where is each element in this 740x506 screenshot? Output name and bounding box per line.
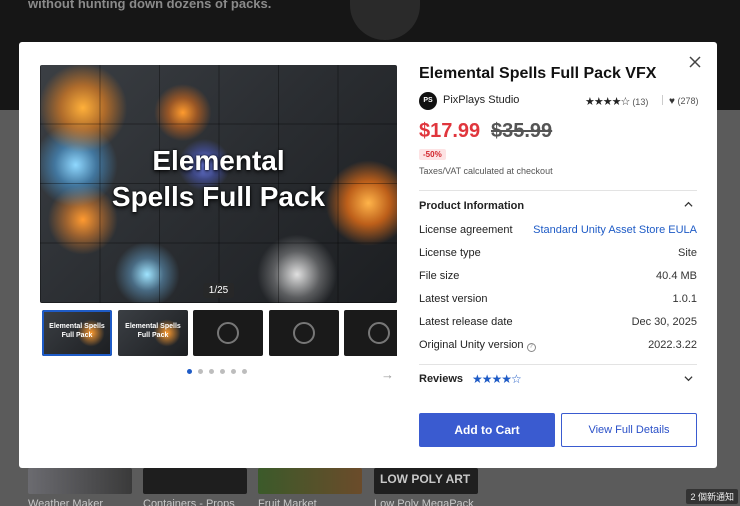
chevron-up-icon[interactable] xyxy=(684,200,693,209)
background-thumb-logo: LOW POLY ART xyxy=(374,468,478,494)
price-row: $17.99 $35.99 xyxy=(419,120,697,144)
view-full-details-button[interactable]: View Full Details xyxy=(561,413,697,447)
rating[interactable]: ★★★★☆ (13) xyxy=(585,95,648,108)
play-icon xyxy=(293,322,315,344)
info-key: Latest release date xyxy=(419,316,513,328)
info-key: Original Unity version? xyxy=(419,339,536,352)
background-thumb xyxy=(28,468,132,494)
pagination-dot[interactable] xyxy=(187,369,192,374)
sale-price: $17.99 xyxy=(419,120,481,142)
info-value: 2022.3.22 xyxy=(648,339,697,351)
background-thumb-label: Containers - Props xyxy=(143,498,235,506)
product-panel: Elemental Spells Full Pack VFX PS PixPla… xyxy=(419,64,698,393)
thumb-title: Elemental Spells Full Pack xyxy=(125,323,181,339)
background-thumbnails: LOW POLY ART xyxy=(28,468,728,494)
gallery-thumbnails: Elemental Spells Full Pack Elemental Spe… xyxy=(40,310,397,358)
discount-badge: -50% xyxy=(419,149,446,160)
product-title: Elemental Spells Full Pack VFX xyxy=(419,65,657,82)
gallery-thumb[interactable]: Elemental Spells Full Pack xyxy=(42,310,112,356)
background-thumb xyxy=(143,468,247,494)
publisher-logo[interactable]: PS xyxy=(419,92,437,110)
info-row-latest-version: Latest version 1.0.1 xyxy=(419,289,697,312)
image-title-line: Spells Full Pack xyxy=(111,181,326,212)
arrow-right-icon[interactable]: → xyxy=(381,368,395,381)
thumb-title: Elemental Spells Full Pack xyxy=(49,323,105,339)
pagination-dot[interactable] xyxy=(220,369,225,374)
image-title-line: Elemental xyxy=(152,145,285,176)
gallery-thumb-video[interactable] xyxy=(269,310,339,356)
product-info-heading: Product Information xyxy=(419,200,525,212)
gallery-main-image[interactable]: Elemental Spells Full Pack 1/25 xyxy=(40,65,397,303)
background-hero-graphic xyxy=(350,0,420,40)
favorites-count: (278) xyxy=(677,96,699,106)
notification-badge[interactable]: 2 個新通知 xyxy=(686,489,738,504)
quick-view-modal: Elemental Spells Full Pack 1/25 Elementa… xyxy=(19,42,717,468)
pagination-dot[interactable] xyxy=(242,369,247,374)
rating-stars: ★★★★☆ xyxy=(585,96,630,108)
info-row-license-agreement: License agreement Standard Unity Asset S… xyxy=(419,220,697,243)
info-value: 40.4 MB xyxy=(656,270,697,282)
original-price: $35.99 xyxy=(491,120,553,142)
play-icon xyxy=(217,322,239,344)
pagination-dot[interactable] xyxy=(209,369,214,374)
help-icon[interactable]: ? xyxy=(526,343,536,352)
play-icon xyxy=(368,322,390,344)
info-row-unity-version: Original Unity version? 2022.3.22 xyxy=(419,335,697,358)
reviews-header[interactable]: Reviews ★★★★☆ xyxy=(419,365,697,393)
info-value: 1.0.1 xyxy=(672,293,697,305)
info-value: Site xyxy=(678,247,697,259)
gallery-thumb-video[interactable] xyxy=(193,310,263,356)
license-agreement-link[interactable]: Standard Unity Asset Store EULA xyxy=(533,224,697,236)
info-key: License agreement xyxy=(419,224,513,236)
image-counter: 1/25 xyxy=(202,283,235,298)
heart-icon: ♥ xyxy=(669,96,675,107)
gallery-thumb[interactable]: Elemental Spells Full Pack xyxy=(118,310,188,356)
background-thumb-label: Low Poly MegaPack xyxy=(374,498,474,506)
publisher-name[interactable]: PixPlays Studio xyxy=(443,94,519,106)
chevron-down-icon[interactable] xyxy=(684,374,693,383)
pagination-dot[interactable] xyxy=(198,369,203,374)
info-row-license-type: License type Site xyxy=(419,243,697,266)
action-buttons: Add to Cart View Full Details xyxy=(419,413,697,447)
divider xyxy=(662,95,663,105)
info-row-file-size: File size 40.4 MB xyxy=(419,266,697,289)
image-title: Elemental Spells Full Pack xyxy=(40,143,397,215)
info-value: Dec 30, 2025 xyxy=(631,316,697,328)
background-thumb-label: Weather Maker xyxy=(28,498,103,506)
info-key: Latest version xyxy=(419,293,488,305)
reviews-stars: ★★★★☆ xyxy=(472,372,522,386)
background-thumb-label: Fruit Market xyxy=(258,498,317,506)
pagination-dot[interactable] xyxy=(231,369,236,374)
reviews-heading: Reviews xyxy=(419,373,464,385)
info-row-release-date: Latest release date Dec 30, 2025 xyxy=(419,312,697,335)
product-info-header[interactable]: Product Information xyxy=(419,190,697,218)
tax-note: Taxes/VAT calculated at checkout xyxy=(419,166,553,176)
background-hero-text: without hunting down dozens of packs. xyxy=(28,0,272,11)
info-key-text: Original Unity version xyxy=(419,339,524,351)
add-to-cart-button[interactable]: Add to Cart xyxy=(419,413,555,447)
rating-count: (13) xyxy=(632,97,649,107)
info-key: License type xyxy=(419,247,481,259)
product-info-list: License agreement Standard Unity Asset S… xyxy=(419,220,697,365)
publisher-row: PS PixPlays Studio ★★★★☆ (13) ♥ (278) xyxy=(419,92,698,110)
info-key: File size xyxy=(419,270,460,282)
background-thumb xyxy=(258,468,362,494)
favorites[interactable]: ♥ (278) xyxy=(662,95,698,107)
gallery-thumb-video[interactable] xyxy=(344,310,397,356)
